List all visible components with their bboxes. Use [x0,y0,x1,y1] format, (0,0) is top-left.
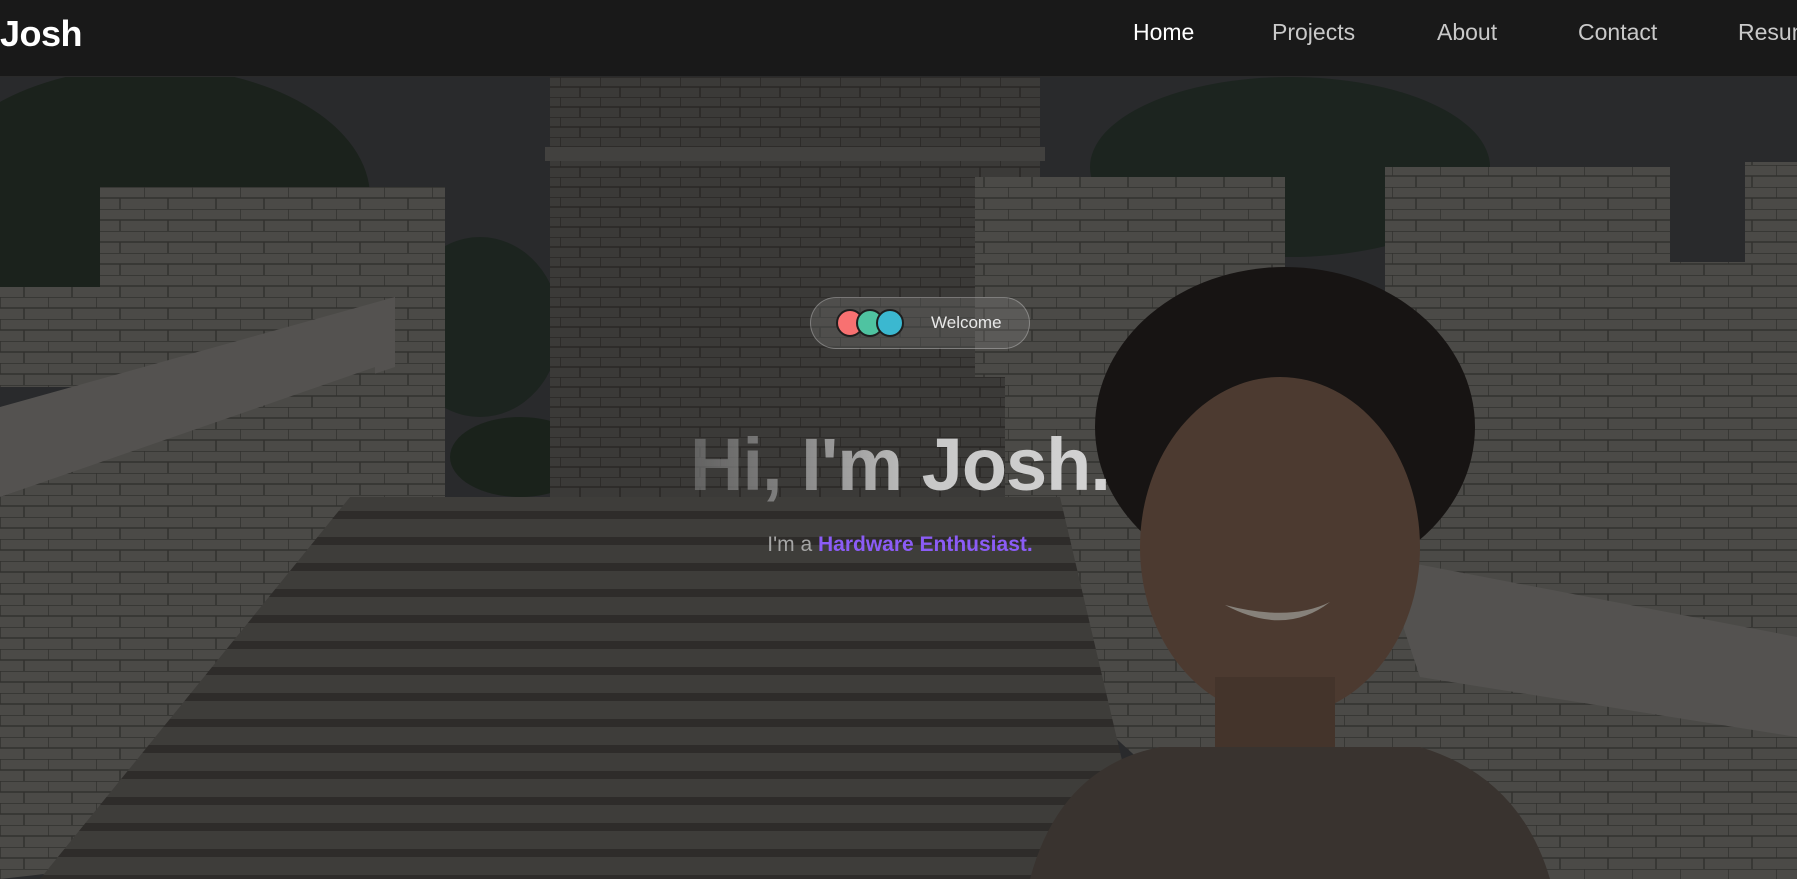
welcome-label: Welcome [931,313,1002,332]
hero-section: Welcome Hi, I'm Josh. I'm a Hardware Ent… [0,77,1797,879]
hero-subtitle: I'm a Hardware Enthusiast. [600,533,1200,557]
nav-link-projects[interactable]: Projects [1272,19,1355,46]
subtitle-role: Hardware Enthusiast. [817,533,1033,556]
hero-title: Hi, I'm Josh. [600,422,1200,507]
subtitle-prefix: I'm a [767,533,818,556]
nav-link-about[interactable]: About [1437,19,1497,46]
welcome-badge: Welcome [810,297,1030,349]
nav-link-resume[interactable]: Resume [1738,19,1797,46]
nav-link-contact[interactable]: Contact [1578,19,1657,46]
site-logo[interactable]: Josh [0,13,83,55]
top-navbar: Josh Home Projects About Contact Resume [0,0,1797,77]
blue-dot-icon [876,309,904,337]
nav-link-home[interactable]: Home [1133,19,1194,46]
